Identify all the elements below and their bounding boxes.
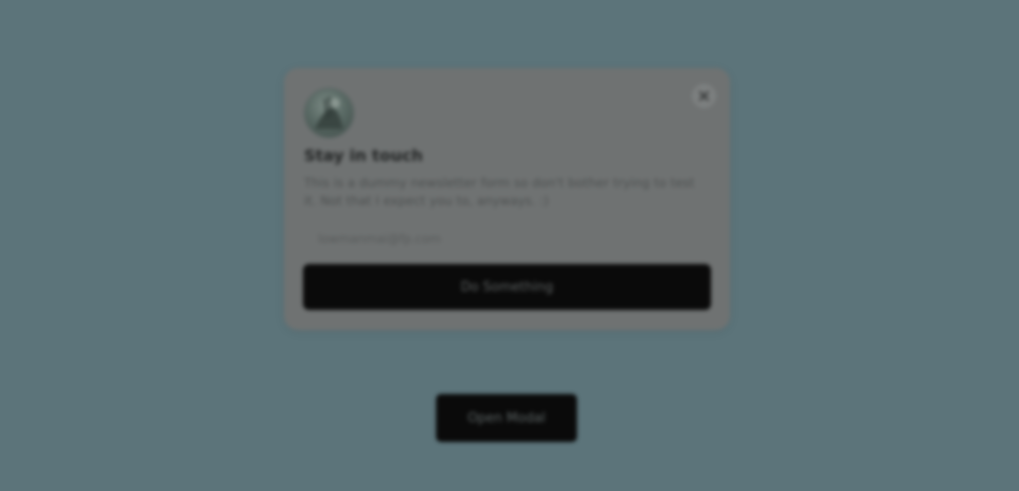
open-modal-button[interactable]: Open Modal	[436, 394, 577, 442]
email-field[interactable]	[306, 226, 706, 252]
modal-description: This is a dummy newsletter form so don't…	[304, 175, 695, 208]
newsletter-modal: Stay in touch This is a dummy newsletter…	[284, 68, 730, 330]
submit-button[interactable]: Do Something	[303, 264, 711, 310]
page-background: Stay in touch This is a dummy newsletter…	[0, 0, 1019, 491]
modal-title: Stay in touch	[304, 146, 423, 165]
avatar	[304, 88, 354, 138]
close-button[interactable]	[692, 84, 716, 108]
close-icon	[699, 91, 709, 101]
